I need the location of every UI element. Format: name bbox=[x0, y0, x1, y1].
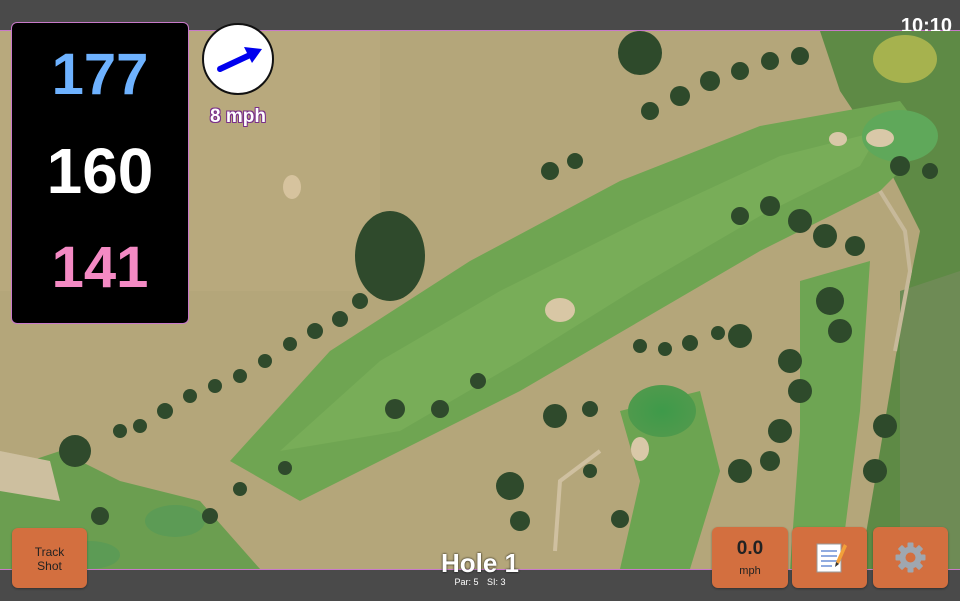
track-shot-label-1: Track bbox=[34, 545, 65, 559]
hole-title: Hole 1 bbox=[440, 548, 520, 578]
back-distance: 177 bbox=[51, 42, 149, 107]
hole-stroke-index: SI: 3 bbox=[487, 577, 506, 587]
hole-info: Par: 5 SI: 3 bbox=[380, 577, 580, 587]
middle-distance: 160 bbox=[46, 135, 154, 207]
front-distance: 141 bbox=[51, 235, 149, 300]
wind-speed: 8 mph bbox=[210, 106, 266, 127]
hole-par: Par: 5 bbox=[454, 577, 479, 587]
speed-unit: mph bbox=[739, 565, 761, 577]
notes-button[interactable] bbox=[792, 527, 867, 588]
wind-direction-arrow-icon bbox=[217, 47, 262, 72]
memo-icon bbox=[816, 543, 847, 573]
track-shot-label-2: Shot bbox=[37, 559, 62, 573]
track-shot-button[interactable]: Track Shot bbox=[12, 528, 87, 588]
shot-speed-button[interactable]: 0.0 mph bbox=[712, 527, 788, 588]
distance-panel: 177 160 141 bbox=[11, 22, 189, 324]
gear-icon bbox=[895, 542, 926, 573]
speed-value: 0.0 bbox=[736, 538, 764, 559]
wind-indicator bbox=[202, 23, 274, 95]
settings-button[interactable] bbox=[873, 527, 948, 588]
